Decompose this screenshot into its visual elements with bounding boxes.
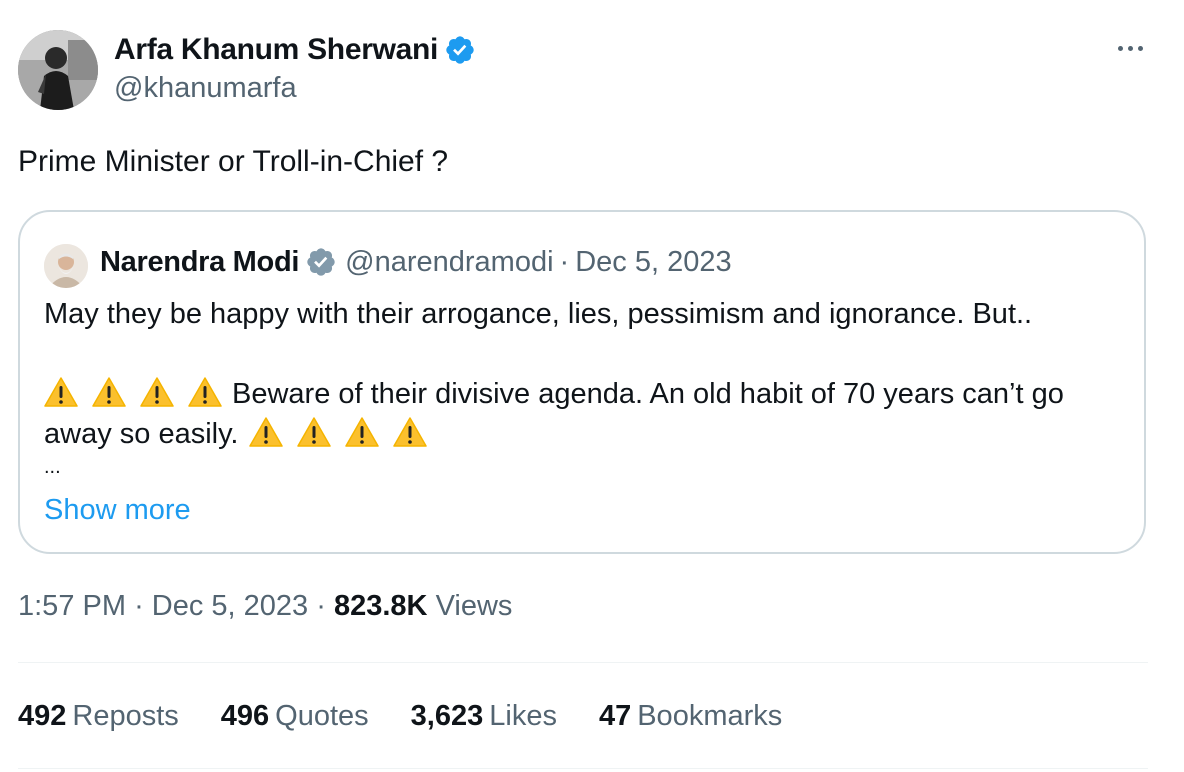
reposts-count: 492 bbox=[18, 700, 67, 732]
quoted-author-handle[interactable]: @narendramodi bbox=[345, 246, 553, 279]
bookmarks-label: Bookmarks bbox=[637, 700, 783, 732]
warning-sign-icon bbox=[392, 417, 427, 447]
bookmarks-stat[interactable]: 47 Bookmarks bbox=[599, 700, 782, 733]
tweet-date[interactable]: Dec 5, 2023 bbox=[152, 590, 308, 622]
separator-dot: · bbox=[559, 245, 570, 278]
warning-sign-icon bbox=[248, 417, 283, 447]
quoted-author-avatar[interactable] bbox=[44, 244, 88, 288]
warning-sign-icon bbox=[140, 377, 174, 407]
verified-badge-icon bbox=[446, 36, 474, 64]
author-avatar[interactable] bbox=[18, 30, 98, 110]
quoted-text-line3-text: away so easily. bbox=[44, 418, 239, 450]
quoted-tweet-header: Narendra Modi @narendramodi · Dec 5, 202… bbox=[100, 242, 732, 282]
quotes-label: Quotes bbox=[275, 700, 369, 732]
warning-sign-icon bbox=[92, 377, 126, 407]
author-name[interactable]: Arfa Khanum Sherwani bbox=[114, 33, 438, 67]
divider bbox=[18, 768, 1148, 769]
quoted-text-line2: Beware of their divisive agenda. An old … bbox=[44, 374, 1064, 414]
author-handle[interactable]: @khanumarfa bbox=[114, 72, 297, 105]
likes-count: 3,623 bbox=[410, 700, 484, 732]
separator-dot: · bbox=[134, 590, 144, 622]
tweet-text: Prime Minister or Troll-in-Chief ? bbox=[18, 145, 449, 178]
likes-label: Likes bbox=[489, 700, 557, 732]
separator-dot: · bbox=[316, 590, 326, 622]
verified-badge-icon bbox=[307, 248, 335, 276]
warning-sign-icon bbox=[44, 377, 78, 407]
reposts-stat[interactable]: 492 Reposts bbox=[18, 700, 179, 733]
quoted-text-line1: May they be happy with their arrogance, … bbox=[44, 298, 1033, 330]
views-label: Views bbox=[435, 590, 513, 622]
reposts-label: Reposts bbox=[72, 700, 179, 732]
warning-sign-icon bbox=[296, 417, 331, 447]
quoted-author-name[interactable]: Narendra Modi bbox=[100, 246, 299, 279]
views-count: 823.8K bbox=[333, 590, 428, 622]
quoted-text-ellipsis: ... bbox=[44, 456, 61, 478]
tweet-time[interactable]: 1:57 PM bbox=[18, 590, 126, 622]
author-name-row: Arfa Khanum Sherwani bbox=[114, 30, 476, 70]
quoted-text-line3: away so easily. bbox=[44, 414, 427, 454]
quoted-tweet-card[interactable]: Narendra Modi @narendramodi · Dec 5, 202… bbox=[18, 210, 1146, 554]
warning-sign-icon bbox=[344, 417, 379, 447]
divider bbox=[18, 662, 1148, 663]
show-more-link[interactable]: Show more bbox=[44, 494, 191, 527]
quotes-stat[interactable]: 496 Quotes bbox=[221, 700, 369, 733]
engagement-stats: 492 Reposts 496 Quotes 3,623 Likes 47 Bookma… bbox=[18, 700, 824, 733]
bookmarks-count: 47 bbox=[598, 700, 632, 732]
quoted-text-line2-text: Beware of their divisive agenda. An old … bbox=[232, 378, 1064, 410]
more-dots-icon[interactable] bbox=[1110, 36, 1150, 60]
tweet-container: Arfa Khanum Sherwani @khanumarfa Prime M… bbox=[0, 0, 1184, 772]
quoted-tweet-date[interactable]: Dec 5, 2023 bbox=[575, 246, 731, 279]
quotes-count: 496 bbox=[220, 700, 270, 732]
tweet-meta: 1:57 PM · Dec 5, 2023 · 823.8K Views bbox=[18, 590, 512, 623]
likes-stat[interactable]: 3,623 Likes bbox=[411, 700, 557, 733]
warning-sign-icon bbox=[188, 377, 222, 407]
